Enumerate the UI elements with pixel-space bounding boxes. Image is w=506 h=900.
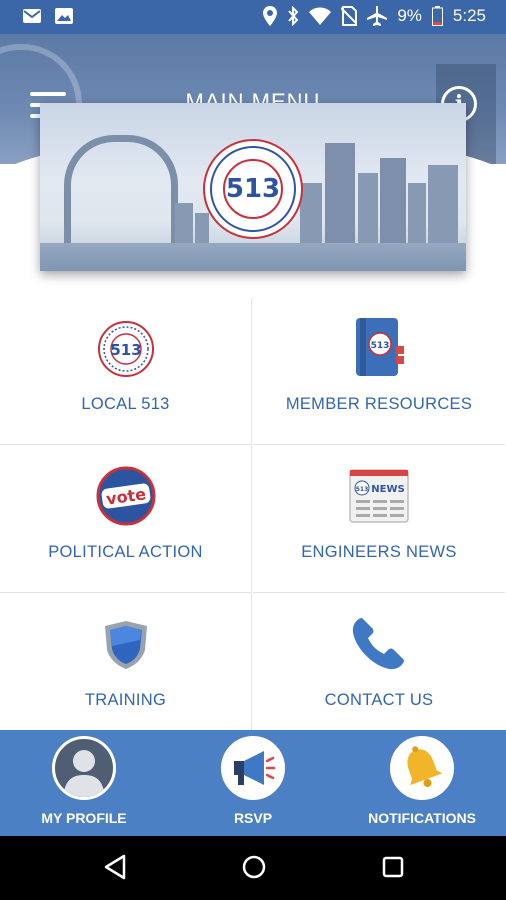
- location-icon: [263, 6, 278, 26]
- status-bar: 9% 5:25: [0, 0, 506, 34]
- tab-my-profile[interactable]: MY PROFILE: [0, 730, 168, 836]
- android-nav-bar: [0, 836, 506, 900]
- clock: 5:25: [452, 6, 486, 25]
- local-513-seal-icon: 513: [97, 320, 155, 383]
- vote-icon: vote: [96, 466, 156, 531]
- menu-item-label: MEMBER RESOURCES: [285, 395, 473, 413]
- wifi-icon: [309, 7, 332, 25]
- news-text: NEWS: [371, 484, 404, 495]
- menu-item-label: CONTACT US: [324, 691, 434, 709]
- menu-item-political-action[interactable]: vote POLITICAL ACTION: [0, 446, 252, 593]
- photo-icon: [55, 8, 73, 24]
- svg-text:513: 513: [110, 341, 141, 359]
- svg-text:513: 513: [371, 341, 390, 351]
- back-icon[interactable]: [104, 854, 126, 880]
- tab-rsvp[interactable]: RSVP: [169, 730, 337, 836]
- tab-label: RSVP: [233, 810, 273, 826]
- menu-item-label: LOCAL 513: [81, 395, 170, 413]
- book-icon: 513: [352, 316, 406, 385]
- menu-grid: 513 LOCAL 513 513 MEMBER RESOURCES vote …: [0, 298, 506, 741]
- home-icon[interactable]: [241, 854, 267, 880]
- menu-item-contact-us[interactable]: CONTACT US: [253, 594, 505, 741]
- profile-icon: [52, 736, 116, 800]
- tab-notifications[interactable]: NOTIFICATIONS: [338, 730, 506, 836]
- tab-label: MY PROFILE: [41, 810, 127, 826]
- battery-percent: 9%: [397, 6, 422, 25]
- hero-banner: 513: [40, 103, 466, 271]
- bluetooth-icon: [288, 6, 299, 26]
- phone-icon: [350, 614, 408, 677]
- battery-icon: [431, 6, 443, 26]
- menu-item-training[interactable]: TRAINING: [0, 594, 252, 741]
- menu-item-label: ENGINEERS NEWS: [301, 543, 457, 561]
- no-sim-icon: [341, 6, 358, 26]
- river: [40, 243, 466, 271]
- seal-number: 513: [223, 159, 283, 219]
- tab-label: NOTIFICATIONS: [368, 810, 476, 826]
- bell-icon: [390, 736, 454, 800]
- menu-item-label: TRAINING: [84, 691, 167, 709]
- airplane-icon: [367, 6, 388, 26]
- menu-item-label: POLITICAL ACTION: [48, 543, 203, 561]
- megaphone-icon: [221, 736, 285, 800]
- local-513-seal: 513: [203, 139, 303, 239]
- menu-item-engineers-news[interactable]: 513 NEWS ENGINEERS NEWS: [253, 446, 505, 593]
- menu-item-member-resources[interactable]: 513 MEMBER RESOURCES: [253, 298, 505, 445]
- svg-text:513: 513: [356, 486, 369, 493]
- newspaper-icon: 513 NEWS: [348, 466, 410, 529]
- shield-icon: [104, 620, 148, 675]
- recents-icon[interactable]: [381, 854, 405, 880]
- menu-item-local-513[interactable]: 513 LOCAL 513: [0, 298, 252, 445]
- gmail-icon: [23, 9, 41, 23]
- bottom-tab-bar: MY PROFILE RSVP NOTIFICATIONS: [0, 730, 506, 836]
